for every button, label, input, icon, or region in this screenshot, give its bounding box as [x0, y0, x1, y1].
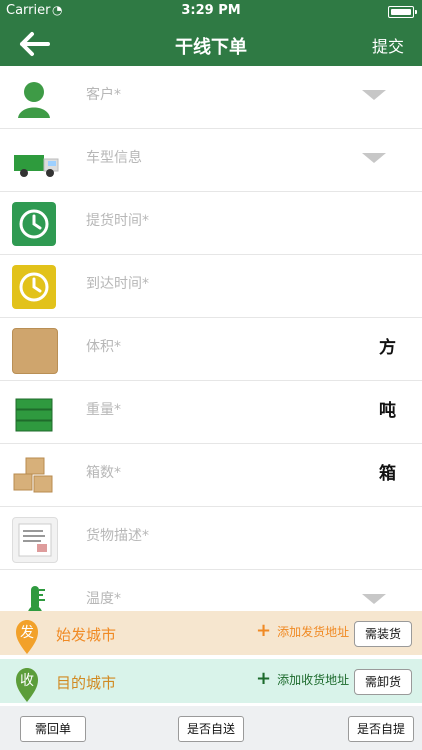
status-bar: Carrier ◔ 3:29 PM — [0, 0, 422, 22]
volume-field[interactable]: 体积* — [86, 336, 121, 356]
submit-button[interactable]: 提交 — [372, 33, 404, 57]
add-origin-address-label: 添加发货地址 — [277, 625, 350, 639]
clock-icon — [12, 202, 56, 246]
row-volume[interactable]: 体积* 方 — [0, 318, 422, 381]
battery-icon — [388, 6, 417, 18]
chevron-down-icon[interactable] — [362, 594, 386, 604]
plus-icon: + — [256, 667, 272, 689]
nav-bar: 干线下单 提交 — [0, 22, 422, 66]
document-icon — [12, 517, 58, 563]
row-weight[interactable]: 重量* 吨 — [0, 381, 422, 444]
page-title: 干线下单 — [175, 37, 247, 58]
crate-icon — [12, 391, 56, 435]
time-label: 3:29 PM — [181, 3, 241, 18]
row-arrival-time[interactable]: 到达时间* — [0, 255, 422, 318]
self-pickup-button[interactable]: 是否自提 — [348, 716, 414, 742]
chevron-down-icon[interactable] — [362, 90, 386, 100]
person-icon — [12, 76, 56, 120]
top-bar: Carrier ◔ 3:29 PM 干线下单 提交 — [0, 0, 422, 66]
form-list: 客户* 车型信息 提货时间* 到达时间* 体积* 方 重量* 吨 箱数* 箱 货… — [0, 66, 422, 632]
add-destination-address-label: 添加收货地址 — [277, 673, 350, 687]
add-destination-address-button[interactable]: + 添加收货地址 — [256, 667, 350, 689]
destination-badge-text: 收 — [20, 673, 34, 689]
truck-icon — [12, 139, 59, 183]
box-icon — [12, 328, 58, 374]
origin-badge-icon: 发 — [10, 615, 44, 655]
unit-volume: 方 — [379, 338, 396, 358]
row-vehicle[interactable]: 车型信息 — [0, 129, 422, 192]
clock-icon — [12, 265, 56, 309]
need-loading-button[interactable]: 需装货 — [353, 621, 412, 647]
arrival-time-field[interactable]: 到达时间* — [86, 273, 149, 293]
boxes-icon — [10, 454, 58, 498]
need-receipt-button[interactable]: 需回单 — [20, 716, 86, 742]
unit-weight: 吨 — [379, 401, 396, 421]
destination-badge-icon: 收 — [10, 663, 44, 703]
need-unloading-button[interactable]: 需卸货 — [353, 669, 412, 695]
chevron-down-icon[interactable] — [362, 153, 386, 163]
self-deliver-button[interactable]: 是否自送 — [178, 716, 244, 742]
plus-icon: + — [256, 619, 272, 641]
order-screen: Carrier ◔ 3:29 PM 干线下单 提交 客户* 车型信息 提货时间*… — [0, 0, 422, 750]
row-description[interactable]: 货物描述* — [0, 507, 422, 570]
destination-city-label[interactable]: 目的城市 — [56, 672, 116, 693]
destination-city-row[interactable]: 收 目的城市 + 添加收货地址 需卸货 — [0, 659, 422, 703]
box-count-field[interactable]: 箱数* — [86, 462, 121, 482]
row-pickup-time[interactable]: 提货时间* — [0, 192, 422, 255]
unit-box: 箱 — [379, 464, 396, 484]
add-origin-address-button[interactable]: + 添加发货地址 — [256, 619, 350, 641]
description-field[interactable]: 货物描述* — [86, 525, 149, 545]
origin-badge-text: 发 — [20, 625, 34, 641]
customer-field[interactable]: 客户* — [86, 84, 121, 104]
bottom-bar: 需回单 是否自送 是否自提 — [0, 706, 422, 750]
vehicle-field[interactable]: 车型信息 — [86, 147, 142, 167]
weight-field[interactable]: 重量* — [86, 399, 121, 419]
temperature-field[interactable]: 温度* — [86, 588, 121, 608]
row-customer[interactable]: 客户* — [0, 66, 422, 129]
row-box-count[interactable]: 箱数* 箱 — [0, 444, 422, 507]
origin-city-label[interactable]: 始发城市 — [56, 624, 116, 645]
origin-city-row[interactable]: 发 始发城市 + 添加发货地址 需装货 — [0, 611, 422, 655]
pickup-time-field[interactable]: 提货时间* — [86, 210, 149, 230]
